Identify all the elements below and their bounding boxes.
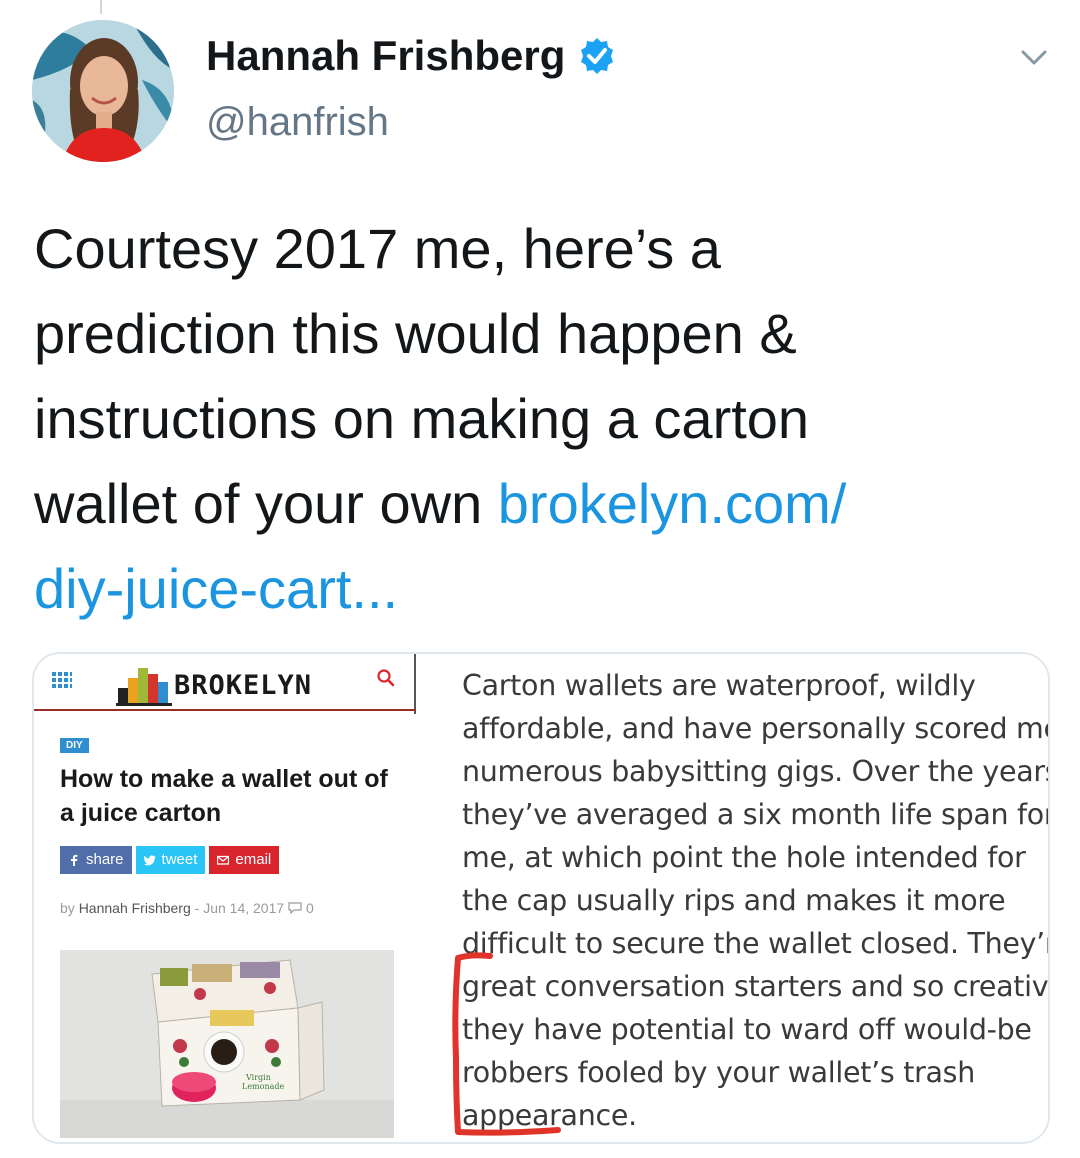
- avatar-photo: [32, 20, 174, 162]
- excerpt-line: numerous babysitting gigs. Over the year…: [462, 755, 1050, 788]
- excerpt-line: Carton wallets are waterproof, wildly: [462, 669, 976, 702]
- excerpt-line: affordable, and have personally scored m…: [462, 712, 1050, 745]
- tweet-text-line: Courtesy 2017 me, here’s a: [34, 217, 721, 280]
- site-header: BROKELYN: [34, 654, 416, 714]
- facebook-share-button: share: [60, 846, 132, 874]
- article-screenshot: BROKELYN DIY How to make a wallet out of…: [34, 654, 416, 1142]
- share-buttons: share tweet email: [60, 846, 280, 874]
- tweet-link[interactable]: brokelyn.com/: [498, 472, 847, 535]
- comment-icon: [288, 902, 302, 915]
- article-byline: by Hannah Frishberg - Jun 14, 2017 0: [60, 900, 314, 916]
- svg-text:Lemonade: Lemonade: [242, 1082, 284, 1091]
- brokelyn-logo-skyline: [116, 668, 172, 706]
- red-bracket-annotation: [452, 952, 561, 1136]
- email-share-label: email: [235, 851, 272, 868]
- tweet-text-line: instructions on making a carton: [34, 387, 810, 450]
- byline-author: Hannah Frishberg: [78, 900, 191, 916]
- tweet-text-line: prediction this would happen &: [34, 302, 797, 365]
- twitter-share-button: tweet: [135, 846, 206, 874]
- verified-badge-icon: [581, 38, 614, 74]
- twitter-bird-icon: [143, 855, 156, 866]
- excerpt-line: they’ve averaged a six month life span f…: [462, 798, 1050, 831]
- email-share-button: email: [209, 846, 280, 874]
- author-name[interactable]: Hannah Frishberg: [206, 32, 565, 80]
- facebook-icon: [71, 854, 78, 866]
- author-handle[interactable]: @hanfrish: [206, 100, 389, 145]
- byline-prefix: by: [60, 900, 75, 916]
- facebook-share-label: share: [86, 851, 124, 868]
- category-badge: DIY: [60, 738, 89, 753]
- site-logo-text: BROKELYN: [174, 670, 313, 701]
- header-divider: [414, 654, 416, 714]
- tweet-link-continued[interactable]: diy-juice-cart...: [34, 557, 398, 620]
- envelope-icon: [217, 855, 230, 865]
- author-name-row: Hannah Frishberg: [206, 32, 617, 80]
- chevron-down-icon[interactable]: [1018, 42, 1050, 74]
- link-preview-card[interactable]: BROKELYN DIY How to make a wallet out of…: [32, 652, 1050, 1144]
- tweet-text: Courtesy 2017 me, here’s a prediction th…: [34, 206, 1054, 631]
- twitter-share-label: tweet: [161, 851, 198, 868]
- excerpt-line: me, at which point the hole intended for: [462, 841, 1026, 874]
- comment-count: 0: [305, 900, 314, 916]
- svg-text:Virgin: Virgin: [245, 1073, 271, 1082]
- menu-grid-icon: [52, 672, 72, 688]
- search-icon: [377, 669, 395, 687]
- excerpt-line: the cap usually rips and makes it more: [462, 884, 1006, 917]
- header-underline: [34, 709, 416, 711]
- tweet-text-line: wallet of your own: [34, 472, 498, 535]
- article-photo: Virgin Lemonade: [60, 950, 394, 1138]
- carton-wallet-photo: Virgin Lemonade: [60, 950, 394, 1138]
- article-title: How to make a wallet out of a juice cart…: [60, 765, 388, 827]
- avatar[interactable]: [32, 20, 174, 162]
- byline-date: - Jun 14, 2017: [194, 900, 285, 916]
- thread-connector-line: [100, 0, 102, 14]
